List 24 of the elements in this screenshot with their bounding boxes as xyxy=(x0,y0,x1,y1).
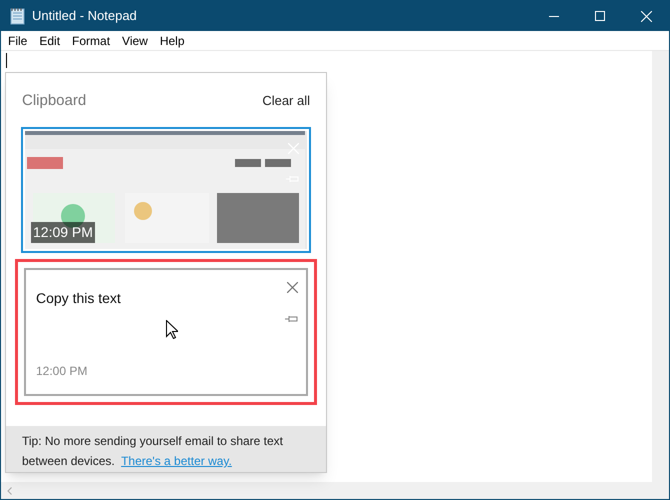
clip-text: Copy this text xyxy=(36,289,122,308)
mouse-pointer-icon xyxy=(166,320,178,339)
scroll-left-icon xyxy=(7,486,12,494)
copy-time: 12:09 PM xyxy=(31,222,95,243)
copy-time: 12:00 PM xyxy=(36,363,88,380)
notepad-icon xyxy=(10,7,26,25)
vertical-scrollbar[interactable] xyxy=(652,51,669,499)
window-title: Untitled - Notepad xyxy=(32,7,137,26)
close-icon xyxy=(640,10,652,22)
tip-text: Tip: No more sending yourself email to share text between devices. There's a better way. xyxy=(22,433,284,470)
clipboard-item[interactable]: Copy this text 12:00 PM xyxy=(24,268,308,396)
menu-item[interactable]: File xyxy=(2,30,34,50)
panel-title: Clipboard xyxy=(22,90,86,111)
menu-item[interactable]: Help xyxy=(154,30,191,50)
clipboard-item[interactable]: 12:09 PM xyxy=(21,127,311,253)
maximize-icon xyxy=(595,11,605,21)
clear-all-button[interactable]: Clear all xyxy=(262,91,310,111)
close-icon[interactable] xyxy=(287,282,298,293)
menu-item[interactable]: View xyxy=(116,30,154,50)
menu-item[interactable]: Edit xyxy=(33,30,66,50)
pin-icon xyxy=(285,315,298,323)
menu-item[interactable]: Format xyxy=(66,30,116,50)
horizontal-scrollbar[interactable] xyxy=(1,482,652,499)
text-cursor xyxy=(6,53,7,68)
